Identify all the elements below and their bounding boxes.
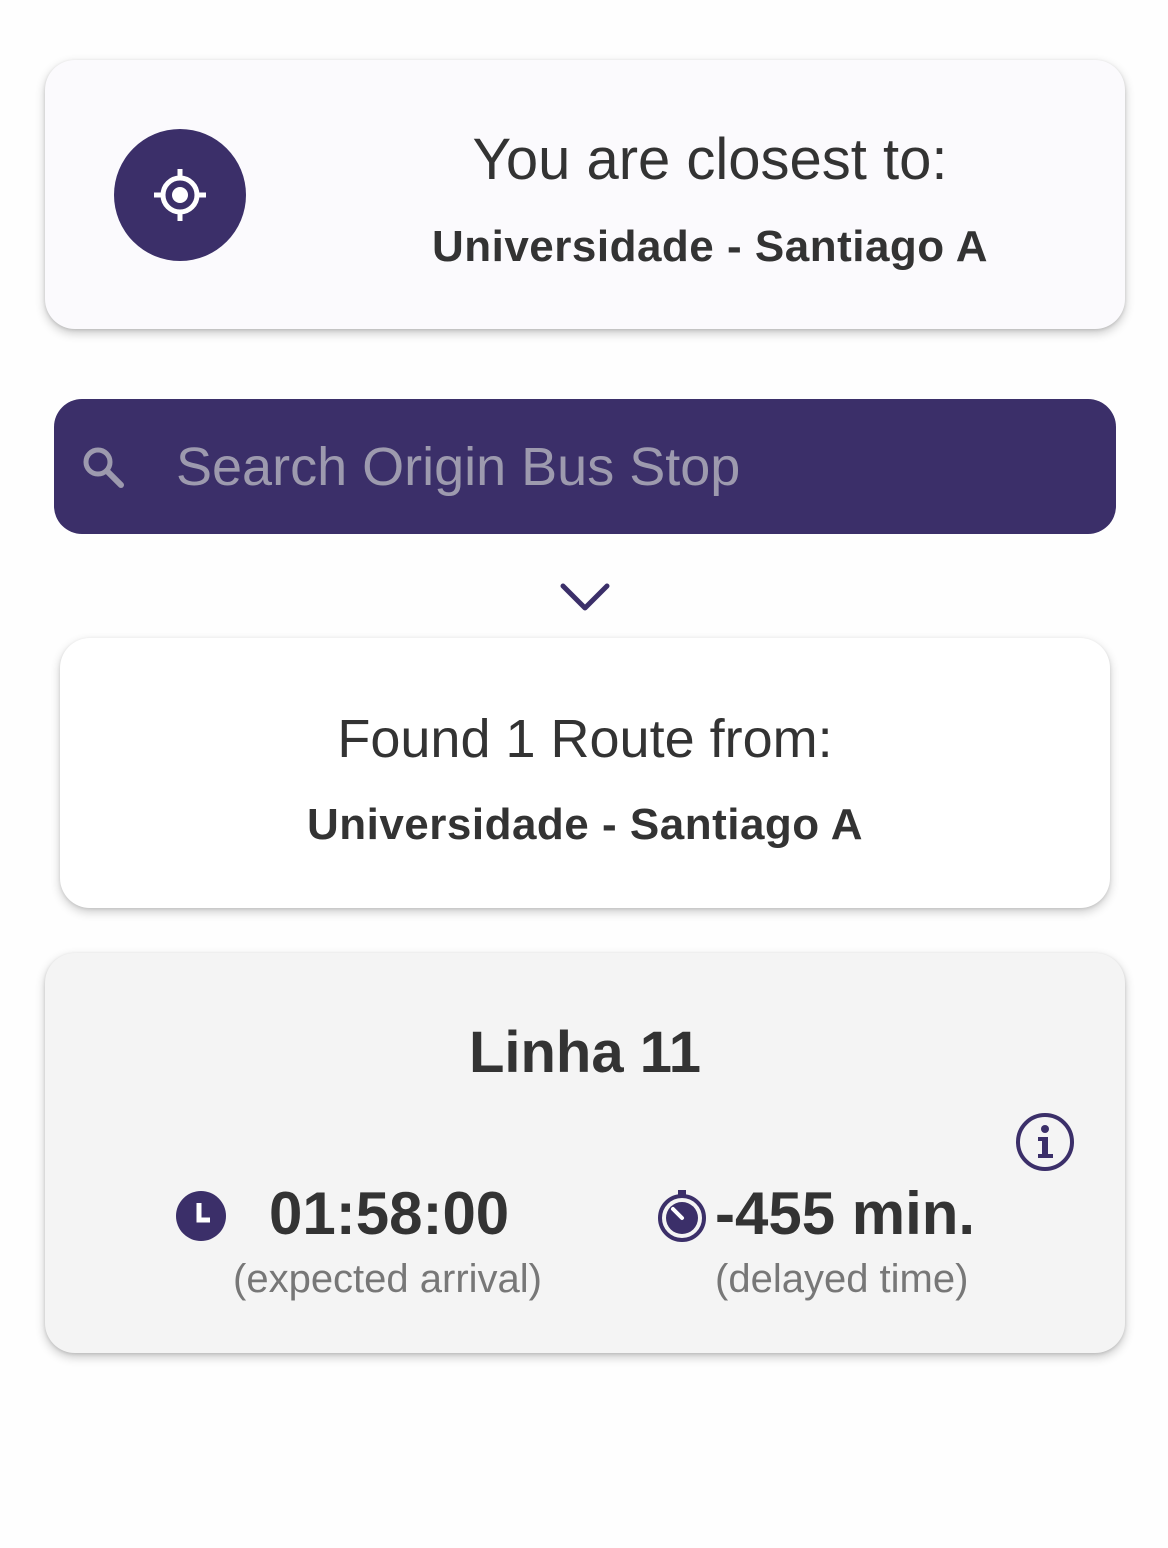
closest-title: You are closest to: — [472, 127, 948, 192]
search-input[interactable] — [176, 432, 1076, 502]
info-icon[interactable] — [1014, 1111, 1076, 1173]
closest-stop-card: You are closest to: Universidade - Santi… — [45, 60, 1125, 329]
clock-icon — [176, 1191, 226, 1241]
route-card[interactable]: Linha 11 01:58:00 (expected arrival) -45… — [45, 953, 1125, 1353]
found-stop-name: Universidade - Santiago A — [306, 800, 864, 849]
route-name: Linha 11 — [468, 1020, 702, 1085]
timer-icon — [658, 1190, 706, 1242]
search-icon — [83, 447, 124, 488]
closest-stop-name: Universidade - Santiago A — [431, 222, 989, 271]
expected-arrival-label: (expected arrival) — [233, 1257, 543, 1301]
found-title: Found 1 Route from: — [337, 709, 833, 769]
found-routes-card: Found 1 Route from: Universidade - Santi… — [60, 638, 1110, 908]
locate-button[interactable] — [114, 129, 246, 261]
delayed-time-label: (delayed time) — [715, 1257, 969, 1301]
expected-arrival-value: 01:58:00 — [269, 1180, 510, 1247]
chevron-down-icon[interactable] — [559, 582, 611, 614]
gps-locate-icon — [154, 169, 206, 221]
delayed-time-value: -455 min. — [715, 1180, 976, 1247]
